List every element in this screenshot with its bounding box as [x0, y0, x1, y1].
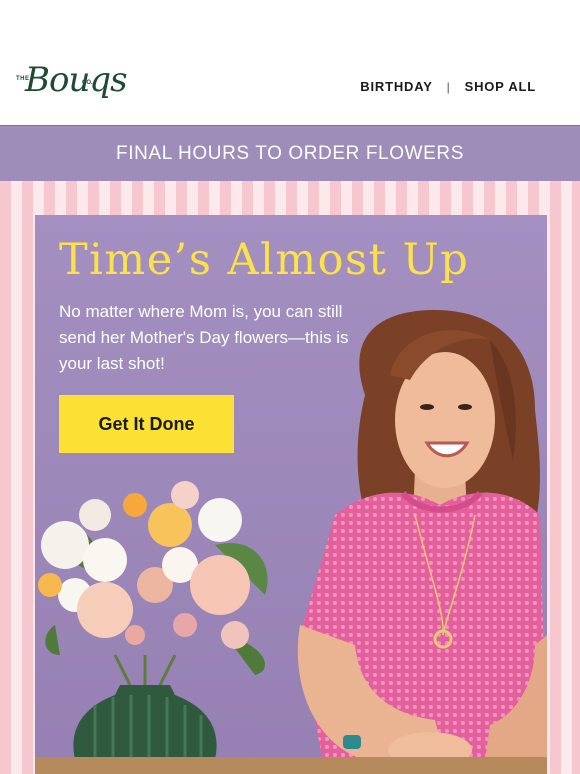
- flower-bouquet-image: [38, 481, 268, 774]
- smiling-woman-image: [297, 310, 547, 774]
- hero-body-text: No matter where Mom is, you can still se…: [59, 302, 349, 373]
- get-it-done-button[interactable]: Get It Done: [59, 395, 234, 453]
- email-header: THE Bouqs CO. BIRTHDAY | SHOP ALL: [0, 0, 580, 125]
- hero-headline: Time’s Almost Up: [59, 235, 470, 285]
- table-surface: [35, 757, 547, 774]
- promo-banner[interactable]: FINAL HOURS TO ORDER FLOWERS: [0, 125, 580, 181]
- top-nav: BIRTHDAY | SHOP ALL: [360, 79, 536, 94]
- logo-script-text: Bouqs: [25, 60, 128, 100]
- hero-section: Time’s Almost Up No matter where Mom is,…: [35, 215, 547, 774]
- nav-link-birthday[interactable]: BIRTHDAY: [360, 79, 432, 94]
- logo-co-text: CO.: [82, 80, 93, 86]
- nav-link-shop-all[interactable]: SHOP ALL: [465, 79, 536, 94]
- nav-separator: |: [446, 79, 451, 94]
- bouqs-logo[interactable]: THE Bouqs CO.: [16, 60, 128, 112]
- promo-banner-text: FINAL HOURS TO ORDER FLOWERS: [116, 142, 464, 164]
